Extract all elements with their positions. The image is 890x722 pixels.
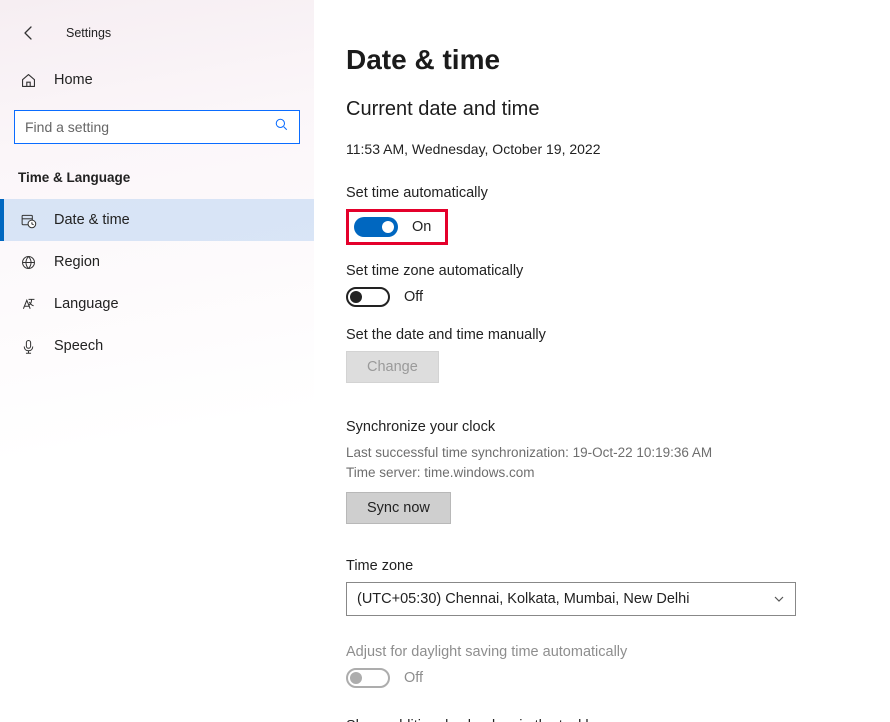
auto-tz-toggle[interactable] bbox=[346, 287, 390, 307]
highlight-annotation: On bbox=[346, 209, 448, 245]
sync-now-button[interactable]: Sync now bbox=[346, 492, 451, 524]
auto-time-toggle[interactable] bbox=[354, 217, 398, 237]
sync-title: Synchronize your clock bbox=[346, 419, 858, 435]
sidebar-item-language[interactable]: Language bbox=[0, 283, 314, 325]
app-title: Settings bbox=[66, 26, 111, 40]
search-box[interactable] bbox=[14, 110, 300, 144]
home-nav[interactable]: Home bbox=[0, 60, 314, 100]
timezone-select[interactable]: (UTC+05:30) Chennai, Kolkata, Mumbai, Ne… bbox=[346, 582, 796, 616]
auto-time-label: Set time automatically bbox=[346, 185, 858, 201]
timezone-section: Time zone (UTC+05:30) Chennai, Kolkata, … bbox=[346, 558, 858, 616]
dst-label: Adjust for daylight saving time automati… bbox=[346, 644, 858, 660]
search-icon bbox=[274, 117, 289, 137]
home-icon bbox=[20, 72, 38, 89]
page-title: Date & time bbox=[346, 44, 858, 76]
tz-label: Time zone bbox=[346, 558, 858, 574]
sidebar-item-date-time[interactable]: Date & time bbox=[0, 199, 314, 241]
globe-icon bbox=[20, 254, 38, 271]
sidebar-item-label: Language bbox=[54, 296, 119, 312]
auto-time-state: On bbox=[412, 219, 431, 235]
title-bar: Settings bbox=[0, 12, 314, 54]
dst-state: Off bbox=[404, 670, 423, 686]
sidebar-item-speech[interactable]: Speech bbox=[0, 325, 314, 367]
auto-tz-label: Set time zone automatically bbox=[346, 263, 858, 279]
current-datetime: 11:53 AM, Wednesday, October 19, 2022 bbox=[346, 141, 858, 157]
dst-section: Adjust for daylight saving time automati… bbox=[346, 644, 858, 688]
change-button: Change bbox=[346, 351, 439, 383]
sidebar-item-label: Region bbox=[54, 254, 100, 270]
chevron-down-icon bbox=[773, 593, 785, 605]
back-icon[interactable] bbox=[20, 24, 38, 42]
dst-toggle bbox=[346, 668, 390, 688]
calendar-clock-icon bbox=[20, 212, 38, 229]
additional-calendars-label: Show additional calendars in the taskbar bbox=[346, 718, 858, 722]
subtitle: Current date and time bbox=[346, 98, 858, 121]
sync-server: Time server: time.windows.com bbox=[346, 463, 858, 483]
sync-last: Last successful time synchronization: 19… bbox=[346, 443, 858, 463]
auto-tz-state: Off bbox=[404, 289, 423, 305]
home-label: Home bbox=[54, 72, 93, 88]
search-input[interactable] bbox=[25, 119, 274, 135]
sync-info: Last successful time synchronization: 19… bbox=[346, 443, 858, 482]
section-label: Time & Language bbox=[18, 170, 314, 185]
manual-label: Set the date and time manually bbox=[346, 327, 858, 343]
language-icon bbox=[20, 296, 38, 313]
sidebar-item-label: Speech bbox=[54, 338, 103, 354]
search-container bbox=[14, 110, 300, 144]
sidebar-item-region[interactable]: Region bbox=[0, 241, 314, 283]
sidebar-item-label: Date & time bbox=[54, 212, 130, 228]
main-content: Date & time Current date and time 11:53 … bbox=[314, 0, 890, 722]
microphone-icon bbox=[20, 338, 38, 355]
sync-section: Synchronize your clock Last successful t… bbox=[346, 419, 858, 524]
sidebar: Settings Home Time & Language Date & tim… bbox=[0, 0, 314, 722]
timezone-value: (UTC+05:30) Chennai, Kolkata, Mumbai, Ne… bbox=[357, 591, 689, 607]
